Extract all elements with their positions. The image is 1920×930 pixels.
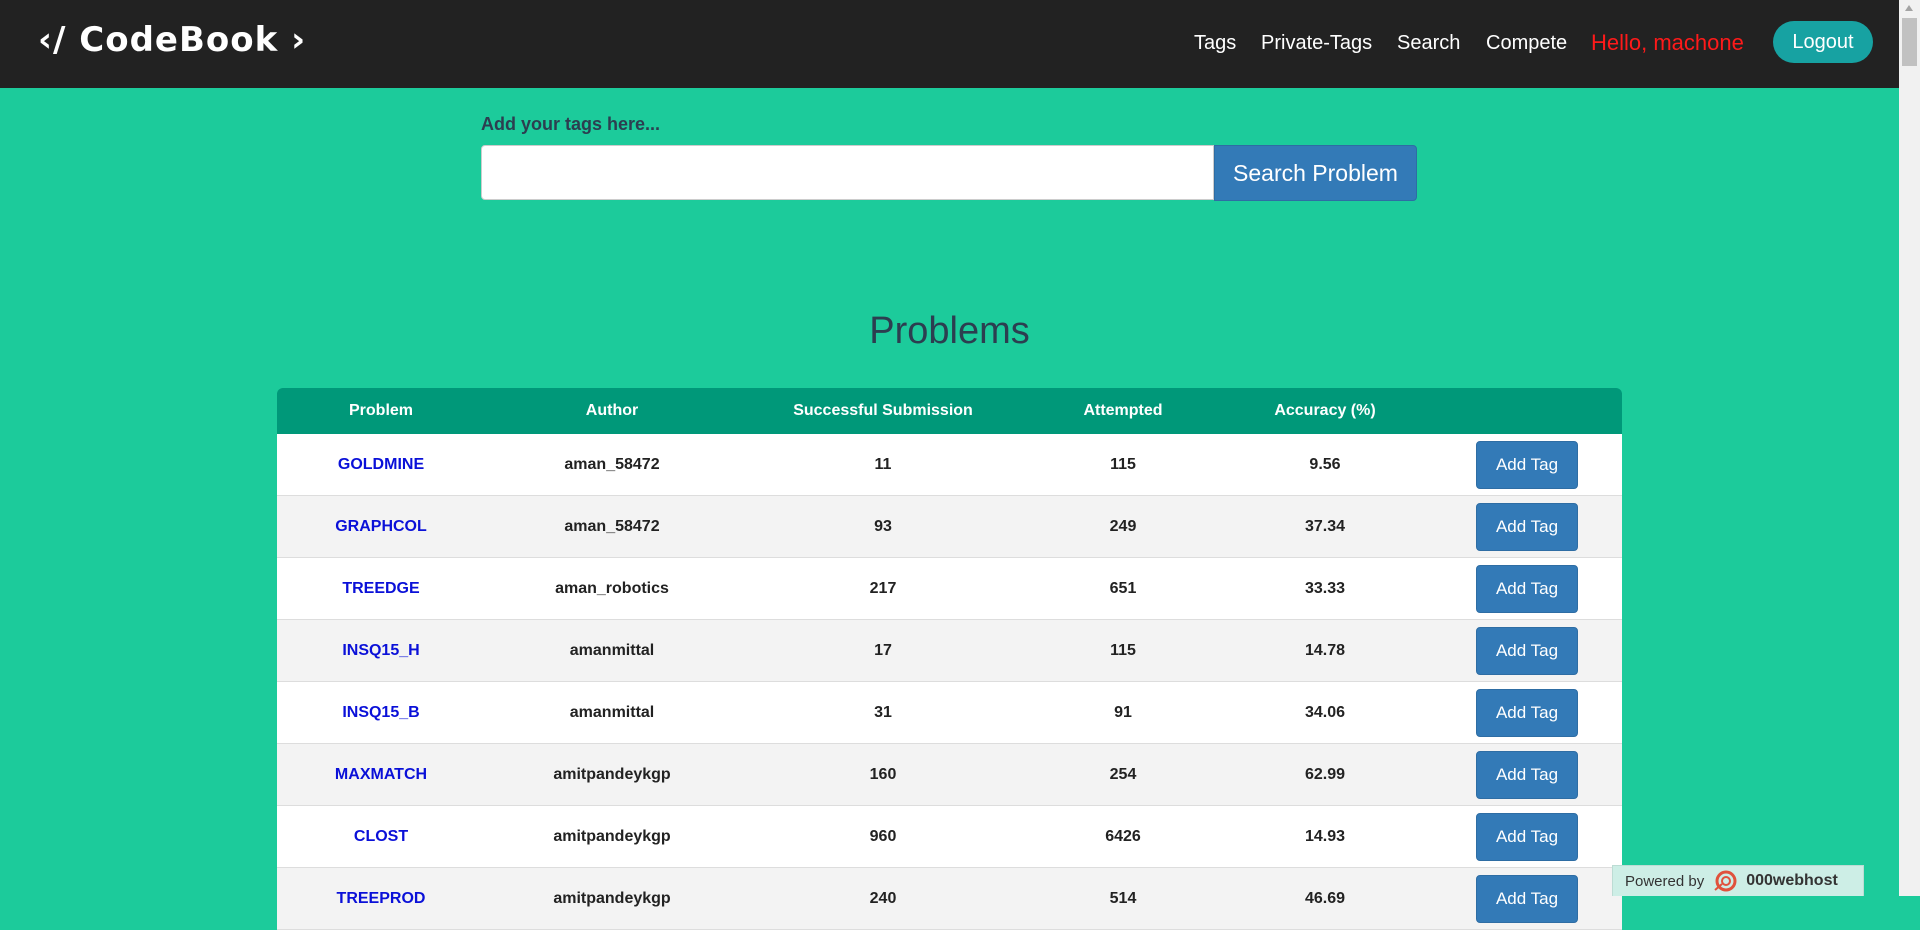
successful-submission-cell: 160 [869, 766, 897, 783]
search-problem-button[interactable]: Search Problem [1214, 145, 1417, 201]
attempted-cell: 91 [1114, 704, 1132, 721]
attempted-cell: 6426 [1105, 828, 1141, 845]
nav-link-private-tags[interactable]: Private-Tags [1261, 26, 1372, 60]
powered-by-badge[interactable]: Powered by 000webhost [1612, 865, 1864, 896]
top-navbar: ‹/ CodeBook › Tags Private-Tags Search C… [0, 0, 1899, 88]
problem-link[interactable]: CLOST [354, 806, 408, 867]
problem-link[interactable]: GRAPHCOL [335, 496, 427, 557]
accuracy-cell: 37.34 [1304, 518, 1346, 535]
add-tag-button[interactable]: Add Tag [1476, 813, 1578, 861]
attempted-cell: 249 [1109, 518, 1137, 535]
successful-submission-cell: 31 [874, 704, 892, 721]
attempted-cell: 115 [1110, 642, 1136, 659]
table-row: CLOST amitpandeykgp 960 6426 14.93 Add Tag [277, 806, 1622, 868]
logout-button[interactable]: Logout [1773, 21, 1873, 63]
scrollbar-thumb[interactable] [1902, 18, 1917, 66]
add-tag-button[interactable]: Add Tag [1476, 689, 1578, 737]
successful-submission-cell: 217 [869, 580, 897, 597]
user-greeting: Hello, machone [1591, 30, 1744, 55]
column-header-author[interactable]: Author [586, 388, 638, 434]
search-label: Add your tags here... [481, 114, 661, 134]
author-cell: aman_robotics [555, 580, 669, 597]
nav-link-tags[interactable]: Tags [1194, 26, 1236, 60]
column-header-problem[interactable]: Problem [349, 388, 413, 434]
scroll-up-arrow-icon[interactable] [1905, 5, 1913, 11]
author-cell: aman_58472 [564, 456, 660, 473]
problem-link[interactable]: MAXMATCH [335, 744, 427, 805]
attempted-cell: 514 [1109, 890, 1137, 907]
successful-submission-cell: 17 [874, 642, 892, 659]
successful-submission-cell: 93 [874, 518, 892, 535]
table-body: GOLDMINE aman_58472 11 115 9.56 Add Tag GRAPHC… [277, 434, 1622, 930]
accuracy-cell: 46.69 [1304, 890, 1346, 907]
accuracy-cell: 14.78 [1304, 642, 1346, 659]
author-cell: amitpandeykgp [553, 890, 671, 907]
problem-link[interactable]: INSQ15_B [342, 682, 419, 743]
attempted-cell: 115 [1110, 456, 1136, 473]
accuracy-cell: 14.93 [1304, 828, 1346, 845]
successful-submission-cell: 11 [874, 456, 892, 473]
problem-link[interactable]: GOLDMINE [338, 434, 424, 495]
attempted-cell: 651 [1109, 580, 1137, 597]
column-header-attempted[interactable]: Attempted [1083, 388, 1162, 434]
accuracy-cell: 33.33 [1304, 580, 1346, 597]
table-row: GOLDMINE aman_58472 11 115 9.56 Add Tag [277, 434, 1622, 496]
webhost-brand: 000webhost [1746, 872, 1838, 889]
accuracy-cell: 62.99 [1304, 766, 1346, 783]
page-scrollbar[interactable] [1899, 0, 1920, 896]
problem-link[interactable]: TREEPROD [337, 868, 426, 929]
powered-by-label: Powered by [1625, 872, 1705, 890]
successful-submission-cell: 240 [869, 890, 897, 907]
tag-search-input[interactable] [481, 145, 1214, 200]
author-cell: amitpandeykgp [553, 828, 671, 845]
author-cell: amanmittal [569, 704, 655, 721]
accuracy-cell: 9.56 [1309, 456, 1341, 473]
add-tag-button[interactable]: Add Tag [1476, 627, 1578, 675]
author-cell: amitpandeykgp [553, 766, 671, 783]
nav-link-compete[interactable]: Compete [1486, 26, 1567, 60]
webhost-logo-icon [1714, 870, 1737, 892]
add-tag-button[interactable]: Add Tag [1476, 441, 1578, 489]
table-row: TREEPROD amitpandeykgp 240 514 46.69 Add Tag [277, 868, 1622, 930]
column-header-successful-submission[interactable]: Successful Submission [793, 388, 973, 434]
problem-link[interactable]: INSQ15_H [342, 620, 419, 681]
add-tag-button[interactable]: Add Tag [1476, 503, 1578, 551]
problems-heading: Problems [869, 310, 1030, 352]
successful-submission-cell: 960 [869, 828, 897, 845]
author-cell: aman_58472 [564, 518, 660, 535]
attempted-cell: 254 [1109, 766, 1137, 783]
table-header: Problem Author Successful Submission Att… [277, 388, 1622, 434]
nav-link-search[interactable]: Search [1397, 26, 1460, 60]
table-row: INSQ15_B amanmittal 31 91 34.06 Add Tag [277, 682, 1622, 744]
accuracy-cell: 34.06 [1304, 704, 1346, 721]
problems-table: Problem Author Successful Submission Att… [277, 388, 1622, 930]
table-row: MAXMATCH amitpandeykgp 160 254 62.99 Add Tag [277, 744, 1622, 806]
column-header-accuracy[interactable]: Accuracy (%) [1274, 388, 1375, 434]
table-row: INSQ15_H amanmittal 17 115 14.78 Add Tag [277, 620, 1622, 682]
table-row: TREEDGE aman_robotics 217 651 33.33 Add Tag [277, 558, 1622, 620]
problem-link[interactable]: TREEDGE [342, 558, 419, 619]
table-row: GRAPHCOL aman_58472 93 249 37.34 Add Tag [277, 496, 1622, 558]
author-cell: amanmittal [569, 642, 655, 659]
add-tag-button[interactable]: Add Tag [1476, 875, 1578, 923]
add-tag-button[interactable]: Add Tag [1476, 565, 1578, 613]
add-tag-button[interactable]: Add Tag [1476, 751, 1578, 799]
